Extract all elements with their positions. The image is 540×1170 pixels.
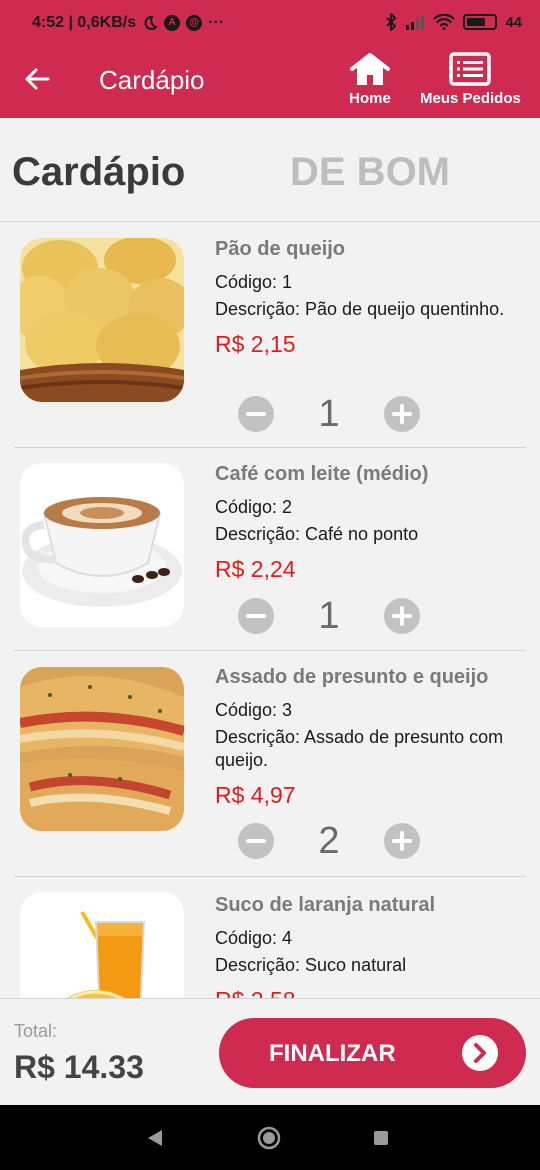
battery-icon bbox=[463, 14, 498, 30]
arrow-left-icon bbox=[25, 68, 50, 90]
order-footer: Total: R$ 14.33 FINALIZAR bbox=[0, 998, 540, 1105]
system-navigation-bar bbox=[0, 1105, 540, 1170]
finalize-label: FINALIZAR bbox=[269, 1040, 396, 1067]
quantity-stepper: 1 bbox=[238, 394, 420, 434]
battery-level: 44 bbox=[505, 13, 522, 31]
item-name: Café com leite (médio) bbox=[215, 463, 429, 485]
decrease-quantity-button[interactable] bbox=[238, 823, 274, 859]
status-bar: 4:52 | 0,6KB/s A @ ··· 44 bbox=[0, 0, 540, 48]
my-orders-button[interactable]: Meus Pedidos bbox=[420, 52, 521, 107]
system-home-icon[interactable] bbox=[257, 1126, 281, 1150]
increase-quantity-button[interactable] bbox=[384, 823, 420, 859]
item-price: R$ 2,58 bbox=[215, 987, 518, 998]
item-description: Descrição: Café no ponto bbox=[215, 524, 419, 544]
item-code: Código: 4 bbox=[215, 928, 293, 948]
menu-item: Assado de presunto e queijo Código: 3 De… bbox=[14, 651, 526, 877]
item-code: Código: 2 bbox=[215, 497, 293, 517]
item-code: Código: 1 bbox=[215, 272, 293, 292]
tab-cardapio[interactable]: Cardápio bbox=[12, 150, 185, 195]
chevron-right-icon bbox=[462, 1035, 498, 1071]
signal-icon bbox=[406, 15, 425, 30]
app-notification-icon-2: @ bbox=[186, 15, 203, 31]
app-bar: Cardápio Home Meus Pedidos bbox=[0, 48, 540, 118]
finalize-button[interactable]: FINALIZAR bbox=[219, 1018, 526, 1088]
menu-content[interactable]: Cardápio DE BOM Pão de queijo Código: 1 bbox=[0, 118, 540, 998]
status-time: 4:52 | 0,6KB/s bbox=[32, 14, 137, 31]
app-notification-icon: A bbox=[164, 15, 181, 31]
bluetooth-icon bbox=[386, 13, 397, 31]
ham-cheese-pastry-image bbox=[20, 667, 184, 831]
item-description: Descrição: Suco natural bbox=[215, 955, 407, 975]
moon-icon bbox=[144, 16, 158, 30]
category-tabs: Cardápio DE BOM bbox=[0, 118, 540, 222]
total-value: R$ 14.33 bbox=[14, 1049, 144, 1085]
item-price: R$ 2,15 bbox=[215, 331, 296, 357]
wifi-icon bbox=[433, 14, 456, 30]
home-button[interactable]: Home bbox=[348, 52, 392, 107]
menu-item: Pão de queijo Código: 1 Descrição: Pão d… bbox=[14, 222, 526, 448]
item-info: Café com leite (médio) Código: 2 Descriç… bbox=[215, 463, 518, 583]
quantity-stepper: 1 bbox=[238, 596, 420, 636]
menu-item: Suco de laranja natural Código: 4 Descri… bbox=[14, 877, 526, 998]
item-name: Suco de laranja natural bbox=[215, 894, 436, 916]
item-info: Pão de queijo Código: 1 Descrição: Pão d… bbox=[215, 238, 518, 358]
system-recents-icon[interactable] bbox=[373, 1130, 389, 1146]
item-price: R$ 2,24 bbox=[215, 556, 296, 582]
tab-de-bom[interactable]: DE BOM bbox=[290, 150, 450, 195]
quantity-value: 1 bbox=[318, 595, 340, 637]
item-code: Código: 3 bbox=[215, 700, 293, 720]
back-button[interactable] bbox=[22, 64, 52, 94]
list-icon bbox=[449, 52, 492, 86]
item-description: Descrição: Pão de queijo quentinho. bbox=[215, 299, 505, 319]
more-notifications-icon: ··· bbox=[208, 14, 225, 31]
quantity-value: 2 bbox=[318, 820, 340, 862]
status-left: 4:52 | 0,6KB/s A @ ··· bbox=[32, 14, 224, 32]
decrease-quantity-button[interactable] bbox=[238, 598, 274, 634]
item-info: Suco de laranja natural Código: 4 Descri… bbox=[215, 894, 518, 998]
quantity-value: 1 bbox=[318, 393, 340, 435]
item-description: Descrição: Assado de presunto com queijo… bbox=[215, 727, 504, 770]
increase-quantity-button[interactable] bbox=[384, 598, 420, 634]
home-icon bbox=[350, 53, 390, 85]
system-back-icon[interactable] bbox=[146, 1129, 164, 1147]
decrease-quantity-button[interactable] bbox=[238, 396, 274, 432]
increase-quantity-button[interactable] bbox=[384, 396, 420, 432]
item-info: Assado de presunto e queijo Código: 3 De… bbox=[215, 666, 518, 809]
orange-juice-image bbox=[20, 892, 184, 998]
page-title: Cardápio bbox=[99, 65, 205, 95]
total-label: Total: bbox=[14, 1021, 58, 1041]
cheese-bread-image bbox=[20, 238, 184, 402]
item-name: Pão de queijo bbox=[215, 238, 346, 260]
item-price: R$ 4,97 bbox=[215, 782, 296, 808]
menu-item: Café com leite (médio) Código: 2 Descriç… bbox=[14, 448, 526, 651]
coffee-cup-image bbox=[20, 463, 184, 627]
quantity-stepper: 2 bbox=[238, 821, 420, 861]
home-label: Home bbox=[349, 90, 391, 107]
item-name: Assado de presunto e queijo bbox=[215, 666, 489, 688]
status-right: 44 bbox=[385, 13, 522, 31]
my-orders-label: Meus Pedidos bbox=[420, 90, 521, 107]
